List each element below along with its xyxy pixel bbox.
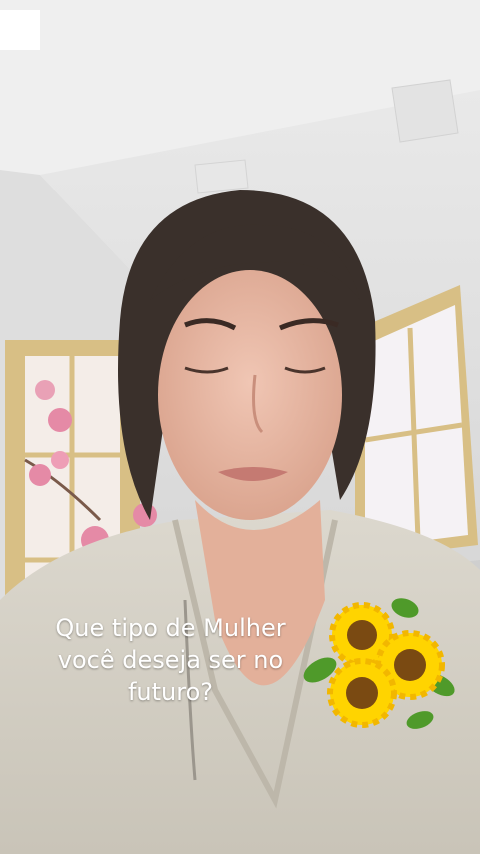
face (158, 270, 342, 520)
caption-line-3: futuro? (127, 678, 214, 706)
caption-text: Que tipo de Mulher você deseja ser no fu… (18, 612, 323, 708)
sunflower-sticker-icon (303, 598, 455, 729)
ceiling-vent-right (391, 79, 459, 143)
sunflower-3 (327, 658, 397, 728)
caption-line-2: você deseja ser no (57, 646, 284, 674)
caption-line-1: Que tipo de Mulher (55, 614, 286, 642)
ceiling-vent-center (194, 159, 249, 194)
ceiling-light (0, 10, 40, 50)
